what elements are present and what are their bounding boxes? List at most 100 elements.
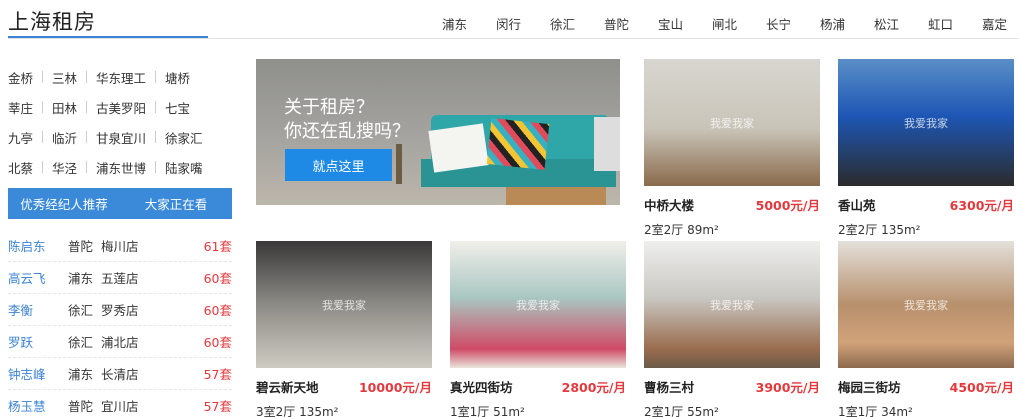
area-row: 莘庄 田林 古美罗阳 七宝 (8, 92, 232, 122)
agent-row[interactable]: 陈启东 普陀 梅川店 61套 (8, 230, 232, 262)
agent-row[interactable]: 高云飞 浦东 五莲店 60套 (8, 262, 232, 294)
listing-info: 真光四街坊 2800元/月 (450, 377, 626, 396)
agent-store: 罗秀店 (101, 303, 139, 318)
listing-photo[interactable]: 我爱我家 (256, 241, 432, 368)
banner-headline: 关于租房？ (284, 97, 374, 118)
area-link[interactable]: 华泾 (52, 158, 77, 177)
area-row: 金桥 三林 华东理工 塘桥 (8, 62, 232, 92)
agent-name[interactable]: 高云飞 (8, 268, 68, 287)
agent-name[interactable]: 陈启东 (8, 236, 68, 255)
listing-name[interactable]: 曹杨三村 (644, 377, 694, 396)
district-link-changning[interactable]: 长宁 (737, 14, 791, 33)
listing-card[interactable]: 我爱我家 曹杨三村 3900元/月 2室1厅 55m² (644, 241, 820, 417)
district-link-minhang[interactable]: 闵行 (467, 14, 521, 33)
area-link[interactable]: 金桥 (8, 68, 33, 87)
listing-card[interactable]: 我爱我家 真光四街坊 2800元/月 1室1厅 51m² (450, 241, 626, 417)
banner-decoration (594, 117, 620, 171)
tab-trending[interactable]: 大家正在看 (120, 188, 232, 219)
area-link[interactable]: 浦东世博 (96, 158, 146, 177)
area-link[interactable]: 莘庄 (8, 98, 33, 117)
listing-name[interactable]: 中桥大楼 (644, 195, 694, 214)
area-link[interactable]: 三林 (52, 68, 77, 87)
district-link-zhabei[interactable]: 闸北 (683, 14, 737, 33)
area-link[interactable]: 临沂 (52, 128, 77, 147)
listing-info: 梅园三街坊 4500元/月 (838, 377, 1014, 396)
agent-row[interactable]: 钟志峰 浦东 长清店 57套 (8, 358, 232, 390)
divider (155, 71, 157, 83)
area-links: 金桥 三林 华东理工 塘桥 莘庄 田林 古美罗阳 七宝 九亭 临沂 甘泉宜川 徐… (8, 62, 232, 182)
listing-spec: 3室2厅 135m² (256, 405, 339, 417)
agent-district: 浦东 (68, 271, 94, 286)
district-link-yangpu[interactable]: 杨浦 (791, 14, 845, 33)
area-link[interactable]: 北蔡 (8, 158, 33, 177)
listing-photo[interactable]: 我爱我家 (838, 241, 1014, 368)
agent-listing-count: 60套 (203, 271, 232, 286)
listing-card[interactable]: 我爱我家 香山苑 6300元/月 2室2厅 135m² (838, 59, 1014, 238)
listing-price: 5000元/月 (755, 198, 820, 213)
district-link-hongkou[interactable]: 虹口 (899, 14, 953, 33)
listing-spec: 1室1厅 51m² (450, 405, 525, 417)
agent-listing-count: 60套 (203, 303, 232, 318)
agent-store: 五莲店 (101, 271, 139, 286)
agent-name[interactable]: 罗跃 (8, 332, 68, 351)
header-divider (8, 38, 1019, 39)
agent-row[interactable]: 罗跃 徐汇 浦北店 60套 (8, 326, 232, 358)
listing-spec: 2室2厅 135m² (838, 223, 921, 237)
area-link[interactable]: 徐家汇 (165, 128, 203, 147)
area-row: 北蔡 华泾 浦东世博 陆家嘴 (8, 152, 232, 182)
watermark-logo: 我爱我家 (904, 298, 948, 312)
district-link-baoshan[interactable]: 宝山 (629, 14, 683, 33)
area-link[interactable]: 九亭 (8, 128, 33, 147)
agent-row[interactable]: 杨玉慧 普陀 宜川店 57套 (8, 390, 232, 417)
listing-photo[interactable]: 我爱我家 (644, 59, 820, 186)
area-link[interactable]: 七宝 (165, 98, 190, 117)
agent-name[interactable]: 钟志峰 (8, 364, 68, 383)
area-link[interactable]: 陆家嘴 (165, 158, 203, 177)
district-link-songjiang[interactable]: 松江 (845, 14, 899, 33)
page-header: 上海租房 浦东 闵行 徐汇 普陀 宝山 闸北 长宁 杨浦 松江 虹口 嘉定 (0, 0, 1019, 40)
banner-decoration (486, 118, 550, 170)
area-link[interactable]: 田林 (52, 98, 77, 117)
banner-decoration (428, 123, 489, 173)
listing-name[interactable]: 香山苑 (838, 195, 876, 214)
listing-photo[interactable]: 我爱我家 (644, 241, 820, 368)
district-link-xuhui[interactable]: 徐汇 (521, 14, 575, 33)
divider (42, 161, 44, 173)
district-nav: 浦东 闵行 徐汇 普陀 宝山 闸北 长宁 杨浦 松江 虹口 嘉定 (413, 14, 1007, 33)
divider (155, 101, 157, 113)
area-link[interactable]: 甘泉宜川 (96, 128, 146, 147)
listing-info: 中桥大楼 5000元/月 (644, 195, 820, 214)
tab-top-agents[interactable]: 优秀经纪人推荐 (8, 188, 120, 219)
listing-name[interactable]: 碧云新天地 (256, 377, 319, 396)
listing-card[interactable]: 我爱我家 梅园三街坊 4500元/月 1室1厅 34m² (838, 241, 1014, 417)
area-link[interactable]: 塘桥 (165, 68, 190, 87)
agent-store: 长清店 (101, 367, 139, 382)
listing-name[interactable]: 梅园三街坊 (838, 377, 901, 396)
agent-store: 梅川店 (101, 239, 139, 254)
divider (86, 101, 88, 113)
listing-card[interactable]: 我爱我家 中桥大楼 5000元/月 2室2厅 89m² (644, 59, 820, 238)
agent-tabs: 优秀经纪人推荐 大家正在看 (8, 188, 232, 219)
district-link-putuo[interactable]: 普陀 (575, 14, 629, 33)
listing-spec: 2室2厅 89m² (644, 223, 719, 237)
area-link[interactable]: 古美罗阳 (96, 98, 146, 117)
promo-banner[interactable]: 关于租房？ 你还在乱搜吗？ 就点这里 (256, 59, 620, 205)
listing-price: 4500元/月 (949, 380, 1014, 395)
divider (42, 71, 44, 83)
district-link-pudong[interactable]: 浦东 (413, 14, 467, 33)
listing-name[interactable]: 真光四街坊 (450, 377, 513, 396)
divider (86, 161, 88, 173)
district-link-jiading[interactable]: 嘉定 (953, 14, 1007, 33)
listing-price: 2800元/月 (561, 380, 626, 395)
banner-cta-button[interactable]: 就点这里 (285, 149, 392, 181)
listing-photo[interactable]: 我爱我家 (450, 241, 626, 368)
listing-photo[interactable]: 我爱我家 (838, 59, 1014, 186)
listing-info: 碧云新天地 10000元/月 (256, 377, 432, 396)
agent-name[interactable]: 杨玉慧 (8, 396, 68, 415)
agent-row[interactable]: 李衡 徐汇 罗秀店 60套 (8, 294, 232, 326)
listing-card[interactable]: 我爱我家 碧云新天地 10000元/月 3室2厅 135m² (256, 241, 432, 417)
watermark-logo: 我爱我家 (322, 298, 366, 312)
area-link[interactable]: 华东理工 (96, 68, 146, 87)
agent-name[interactable]: 李衡 (8, 300, 68, 319)
area-row: 九亭 临沂 甘泉宜川 徐家汇 (8, 122, 232, 152)
